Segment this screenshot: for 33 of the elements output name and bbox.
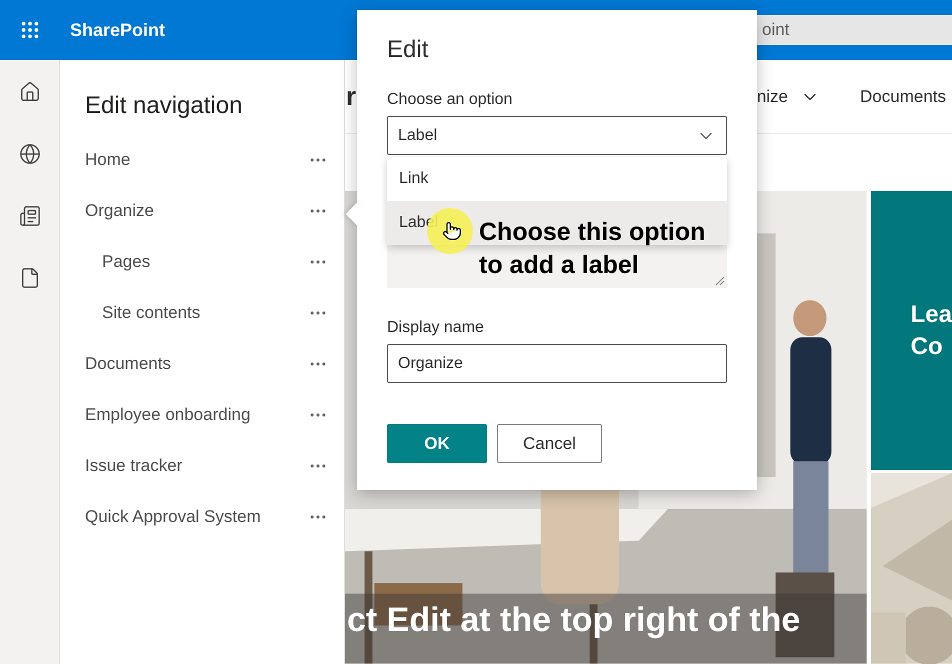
cancel-button[interactable]: Cancel	[497, 424, 602, 463]
globe-icon[interactable]	[18, 143, 40, 165]
site-nav-link[interactable]: Documents	[860, 84, 946, 110]
hand-cursor-icon	[442, 220, 462, 242]
hero-caption: ct Edit at the top right of the	[347, 600, 800, 641]
nav-item[interactable]: Site contents	[102, 300, 200, 326]
nav-item[interactable]: Pages	[102, 248, 150, 274]
home-icon[interactable]	[18, 81, 40, 103]
site-title: r	[346, 80, 356, 114]
ok-button[interactable]: OK	[387, 424, 487, 463]
resize-handle-icon[interactable]	[715, 276, 725, 286]
nav-item[interactable]: Home	[85, 146, 130, 172]
news-tile[interactable]: Lea Co	[870, 191, 952, 470]
news-icon[interactable]	[18, 205, 40, 227]
field-label: Choose an option	[387, 90, 514, 110]
tile-text: Co	[910, 332, 944, 362]
option-dropdown[interactable]: Label	[387, 116, 727, 155]
dialog-title: Edit	[387, 35, 430, 65]
nav-item[interactable]: Issue tracker	[85, 452, 182, 478]
annotation-text: to add a label	[479, 250, 640, 281]
display-name-field[interactable]: Organize	[387, 344, 727, 383]
nav-item[interactable]: Organize	[85, 198, 154, 224]
app-launcher-icon[interactable]	[19, 19, 41, 41]
field-label: Display name	[387, 318, 485, 338]
site-nav-link[interactable]: nize	[756, 84, 820, 110]
panel-title: Edit navigation	[85, 91, 244, 121]
nav-item[interactable]: Documents	[85, 350, 171, 376]
tile-text: Lea	[910, 300, 952, 330]
nav-item[interactable]: Employee onboarding	[85, 402, 250, 428]
annotation-text: Choose this option	[479, 217, 706, 248]
dropdown-option[interactable]: Link	[387, 157, 727, 201]
app-name[interactable]: SharePoint	[70, 16, 166, 44]
nav-item[interactable]: Quick Approval System	[85, 504, 261, 530]
